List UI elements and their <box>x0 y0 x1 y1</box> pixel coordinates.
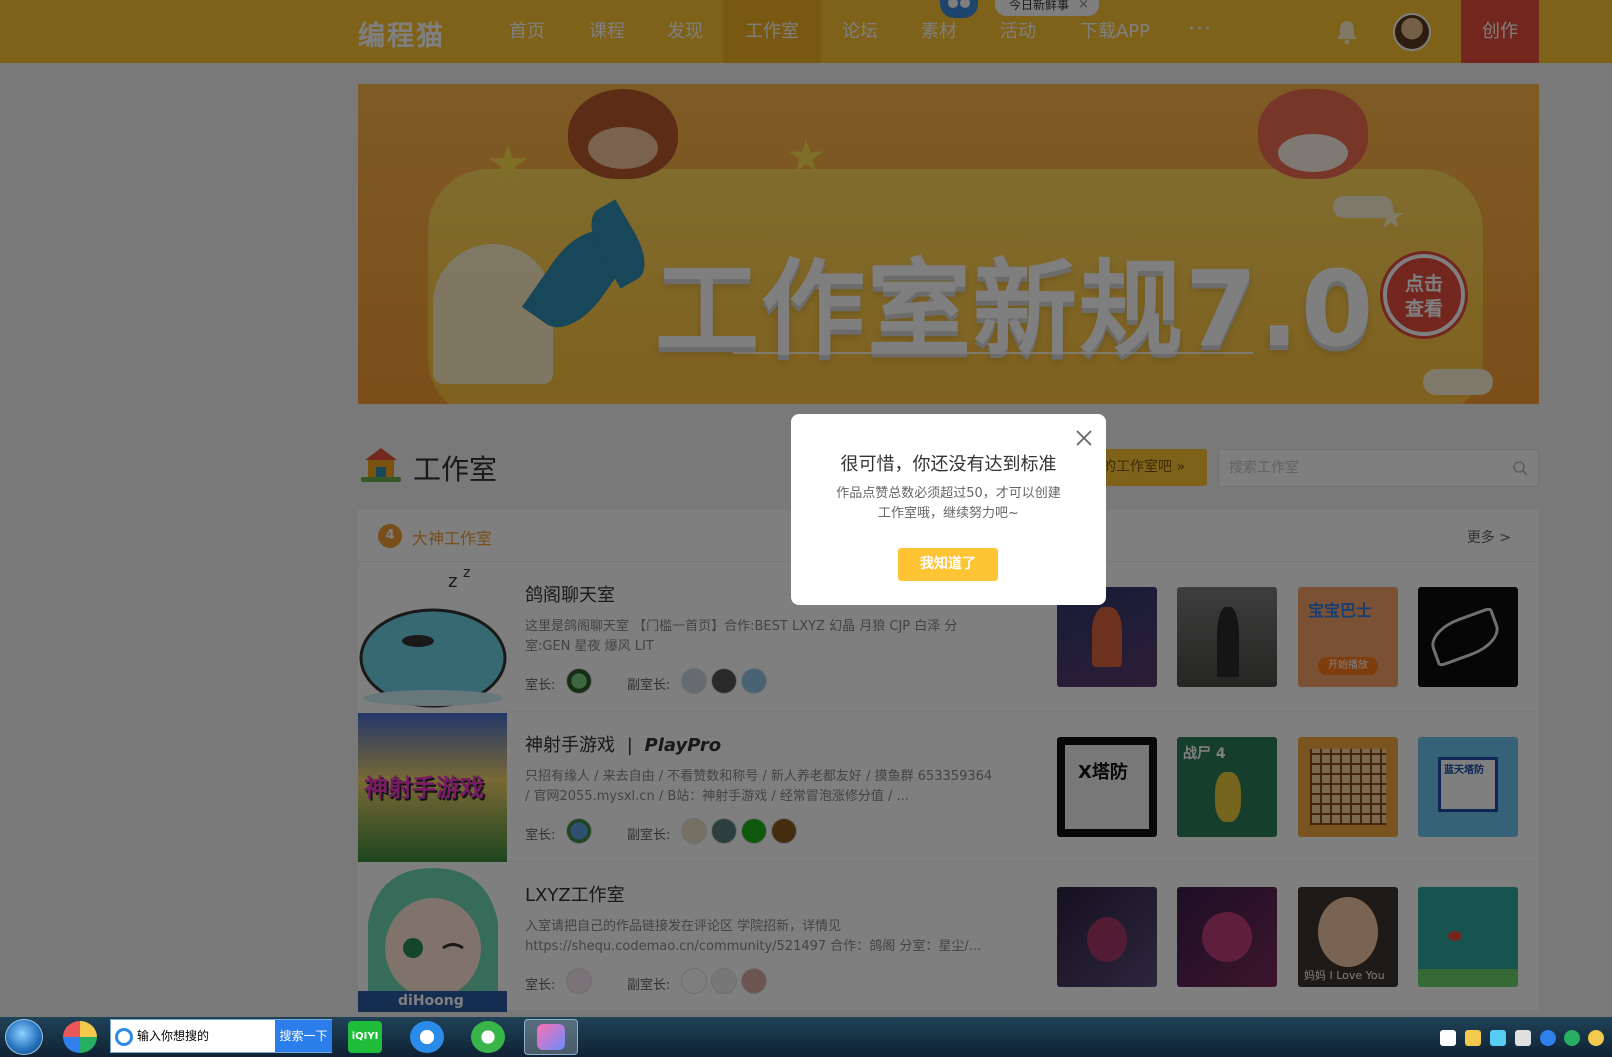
taskbar-search: 搜索一下 <box>110 1019 332 1053</box>
green-browser-icon[interactable] <box>471 1021 505 1053</box>
tray-qq-icon[interactable] <box>1490 1030 1506 1046</box>
tray-chrome-icon[interactable] <box>1440 1030 1456 1046</box>
start-button-icon[interactable] <box>5 1019 43 1055</box>
tray-k-icon[interactable] <box>1540 1030 1556 1046</box>
tray-network-icon[interactable] <box>1564 1030 1580 1046</box>
pinwheel-app-icon[interactable] <box>63 1021 97 1053</box>
browser-icon[interactable] <box>410 1021 444 1053</box>
taskbar-search-input[interactable] <box>137 1020 262 1052</box>
close-icon[interactable] <box>1074 428 1094 448</box>
modal-title: 很可惜，你还没有达到标准 <box>840 454 1057 475</box>
tray-temp-icon[interactable] <box>1515 1030 1531 1046</box>
iqiyi-icon[interactable]: iQIYI <box>348 1021 382 1053</box>
ie-icon <box>115 1028 133 1046</box>
tray-shield-icon[interactable] <box>1588 1030 1604 1046</box>
taskbar-search-button[interactable]: 搜索一下 <box>275 1020 332 1052</box>
windows-taskbar: 搜索一下 iQIYI <box>0 1017 1612 1057</box>
active-app-icon[interactable] <box>524 1019 578 1055</box>
tray-notes-icon[interactable] <box>1465 1030 1481 1046</box>
alert-modal: 很可惜，你还没有达到标准 作品点赞总数必须超过50，才可以创建工作室哦，继续努力… <box>791 414 1106 605</box>
modal-message: 作品点赞总数必须超过50，才可以创建工作室哦，继续努力吧~ <box>836 486 1061 521</box>
acknowledge-button[interactable]: 我知道了 <box>898 548 998 581</box>
